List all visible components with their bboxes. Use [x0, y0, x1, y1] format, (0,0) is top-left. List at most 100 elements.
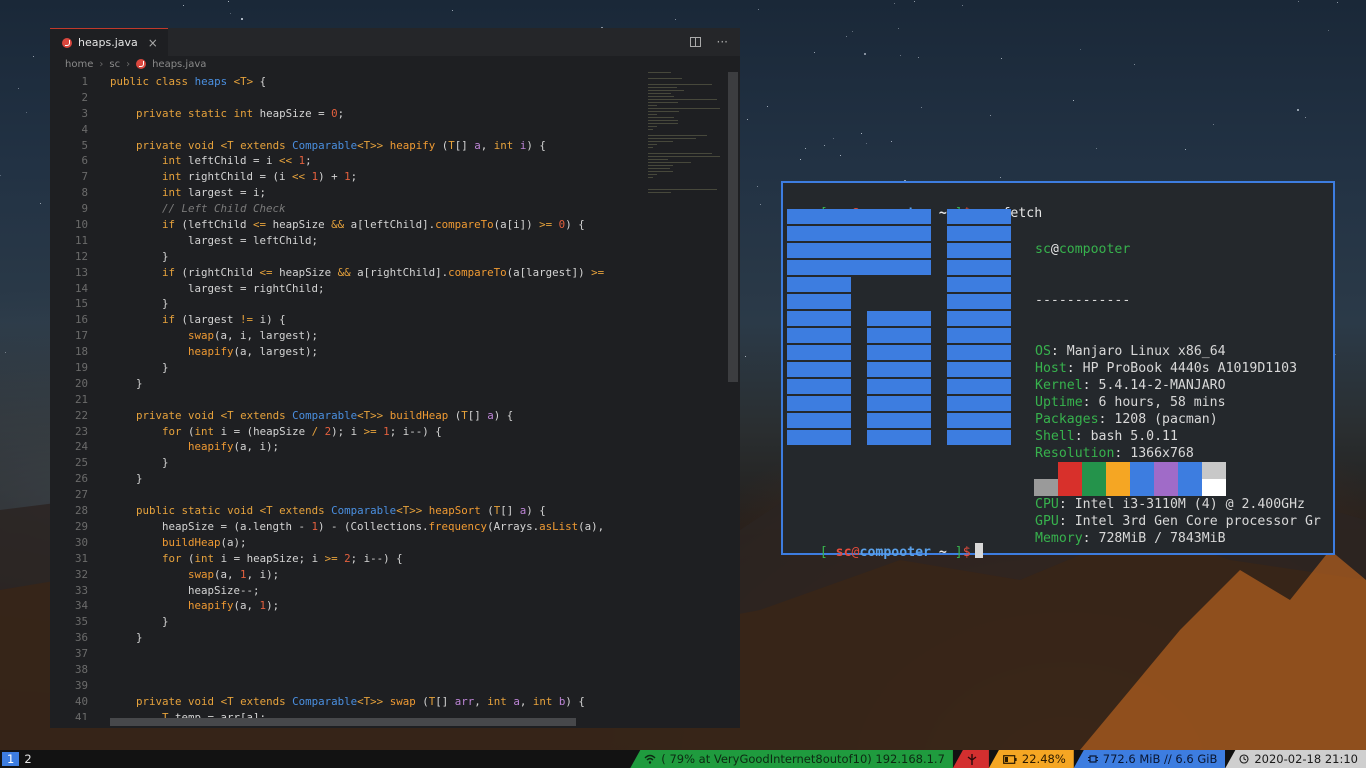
- info-separator: ------------: [1035, 293, 1131, 308]
- code-line[interactable]: 36 }: [50, 630, 642, 646]
- code-text: if (leftChild <= heapSize && a[leftChild…: [110, 217, 585, 233]
- code-line[interactable]: 13 if (rightChild <= heapSize && a[right…: [50, 265, 642, 281]
- more-actions-icon[interactable]: ···: [717, 35, 728, 49]
- code-line[interactable]: 21: [50, 392, 642, 408]
- status-memory: 772.6 MiB // 6.6 GiB: [1073, 750, 1226, 768]
- terminal-window[interactable]: [ sc@compooter ~ ]$ neofetch sc@compoote…: [781, 181, 1335, 560]
- star: [1001, 57, 1003, 59]
- code-line[interactable]: 38: [50, 662, 642, 678]
- line-number: 5: [81, 138, 88, 152]
- star: [240, 18, 243, 21]
- code-line[interactable]: 2: [50, 90, 642, 106]
- code-token: >=: [324, 551, 338, 565]
- code-line[interactable]: 16 if (largest != i) {: [50, 312, 642, 328]
- code-line[interactable]: 10 if (leftChild <= heapSize && a[leftCh…: [50, 217, 642, 233]
- code-token: []: [435, 694, 455, 708]
- code-token: private: [136, 106, 182, 120]
- star: [800, 158, 802, 160]
- code-line[interactable]: 17 swap(a, i, largest);: [50, 328, 642, 344]
- code-line[interactable]: 40 private void <T extends Comparable<T>…: [50, 694, 642, 710]
- breadcrumb-item-home[interactable]: home: [65, 59, 93, 70]
- code-line[interactable]: 6 int leftChild = i << 1;: [50, 153, 642, 169]
- code-token: buildHeap: [389, 408, 449, 422]
- code-line[interactable]: 30 buildHeap(a);: [50, 535, 642, 551]
- code-line[interactable]: 24 heapify(a, i);: [50, 439, 642, 455]
- minimap-line: [648, 84, 712, 85]
- code-line[interactable]: 22 private void <T extends Comparable<T>…: [50, 408, 642, 424]
- code-token: compareTo: [435, 218, 494, 232]
- code-line[interactable]: 35 }: [50, 614, 642, 630]
- workspace-1[interactable]: 1: [2, 752, 20, 766]
- line-number: 21: [74, 392, 88, 406]
- code-line[interactable]: 29 heapSize = (a.length - 1) - (Collecti…: [50, 519, 642, 535]
- code-line[interactable]: 23 for (int i = (heapSize / 2); i >= 1; …: [50, 424, 642, 440]
- code-editor-window[interactable]: heaps.java × ··· home › sc › heaps.java …: [50, 28, 740, 728]
- code-token: rightChild = (i: [181, 170, 293, 184]
- code-line[interactable]: 39: [50, 678, 642, 694]
- tab-heaps-java[interactable]: heaps.java ×: [50, 28, 168, 56]
- code-token: &&: [331, 218, 345, 232]
- logo-block: [947, 362, 1011, 377]
- status-clock: 2020-02-18 21:10: [1225, 750, 1366, 768]
- breadcrumb-item-file[interactable]: heaps.java: [152, 59, 206, 70]
- prompt-at: @: [851, 545, 860, 560]
- code-line[interactable]: 12 }: [50, 249, 642, 265]
- status-wifi: ( 79% at VeryGoodInternet8outof10) 192.1…: [630, 750, 953, 768]
- code-text: }: [110, 296, 169, 312]
- code-line[interactable]: 4: [50, 122, 642, 138]
- code-line[interactable]: 27: [50, 487, 642, 503]
- code-line[interactable]: 18 heapify(a, largest);: [50, 344, 642, 360]
- code-line[interactable]: 33 heapSize--;: [50, 583, 642, 599]
- star: [917, 56, 919, 58]
- code-line[interactable]: 26 }: [50, 471, 642, 487]
- breadcrumb-item-sc[interactable]: sc: [109, 59, 120, 70]
- star: [1073, 100, 1075, 102]
- minimap-line: [648, 147, 653, 148]
- code-area[interactable]: 1 public class heaps <T> {2 3 private stat…: [50, 74, 642, 720]
- code-line[interactable]: 28 public static void <T extends Compara…: [50, 503, 642, 519]
- code-line[interactable]: 8 int largest = i;: [50, 185, 642, 201]
- code-line[interactable]: 3 private static int heapSize = 0;: [50, 106, 642, 122]
- code-token: (: [435, 138, 449, 152]
- code-line[interactable]: 7 int rightChild = (i << 1) + 1;: [50, 169, 642, 185]
- horizontal-scrollbar[interactable]: [110, 718, 576, 726]
- info-value: 728MiB / 7843MiB: [1098, 531, 1226, 546]
- minimap-line: [648, 177, 653, 178]
- code-line[interactable]: 31 for (int i = heapSize; i >= 2; i--) {: [50, 551, 642, 567]
- code-line[interactable]: 37: [50, 646, 642, 662]
- code-line[interactable]: 32 swap(a, 1, i);: [50, 567, 642, 583]
- code-line[interactable]: 20 }: [50, 376, 642, 392]
- split-editor-icon[interactable]: [689, 37, 701, 47]
- star: [1079, 49, 1081, 51]
- code-line[interactable]: 25 }: [50, 455, 642, 471]
- code-token: <T: [220, 138, 234, 152]
- vertical-scrollbar[interactable]: [728, 72, 738, 382]
- minimap[interactable]: [648, 72, 728, 193]
- code-token: <T>>: [357, 408, 384, 422]
- code-line[interactable]: 11 largest = leftChild;: [50, 233, 642, 249]
- line-number: 12: [74, 249, 88, 263]
- logo-block: [947, 243, 1011, 258]
- code-token: <T>>: [357, 138, 384, 152]
- code-line[interactable]: 5 private void <T extends Comparable<T>>…: [50, 138, 642, 154]
- line-number: 20: [74, 376, 88, 390]
- star: [26, 111, 28, 113]
- code-line[interactable]: 19 }: [50, 360, 642, 376]
- star: [33, 55, 35, 57]
- minimap-line: [648, 156, 721, 157]
- code-line[interactable]: 1 public class heaps <T> {: [50, 74, 642, 90]
- code-line[interactable]: 34 heapify(a, 1);: [50, 598, 642, 614]
- breadcrumb-separator: ›: [126, 58, 131, 70]
- code-token: heapSize: [266, 218, 332, 232]
- line-number: 24: [74, 440, 88, 454]
- code-line[interactable]: 14 largest = rightChild;: [50, 281, 642, 297]
- code-token: swap: [188, 329, 215, 343]
- logo-block: [787, 430, 851, 445]
- code-line[interactable]: 15 }: [50, 296, 642, 312]
- tab-close-icon[interactable]: ×: [148, 36, 158, 50]
- code-line[interactable]: 9 // Left Child Check: [50, 201, 642, 217]
- terminal-prompt-current[interactable]: [ sc@compooter ~ ]$: [788, 528, 983, 575]
- logo-block: [867, 413, 931, 428]
- workspace-2[interactable]: 2: [19, 752, 36, 766]
